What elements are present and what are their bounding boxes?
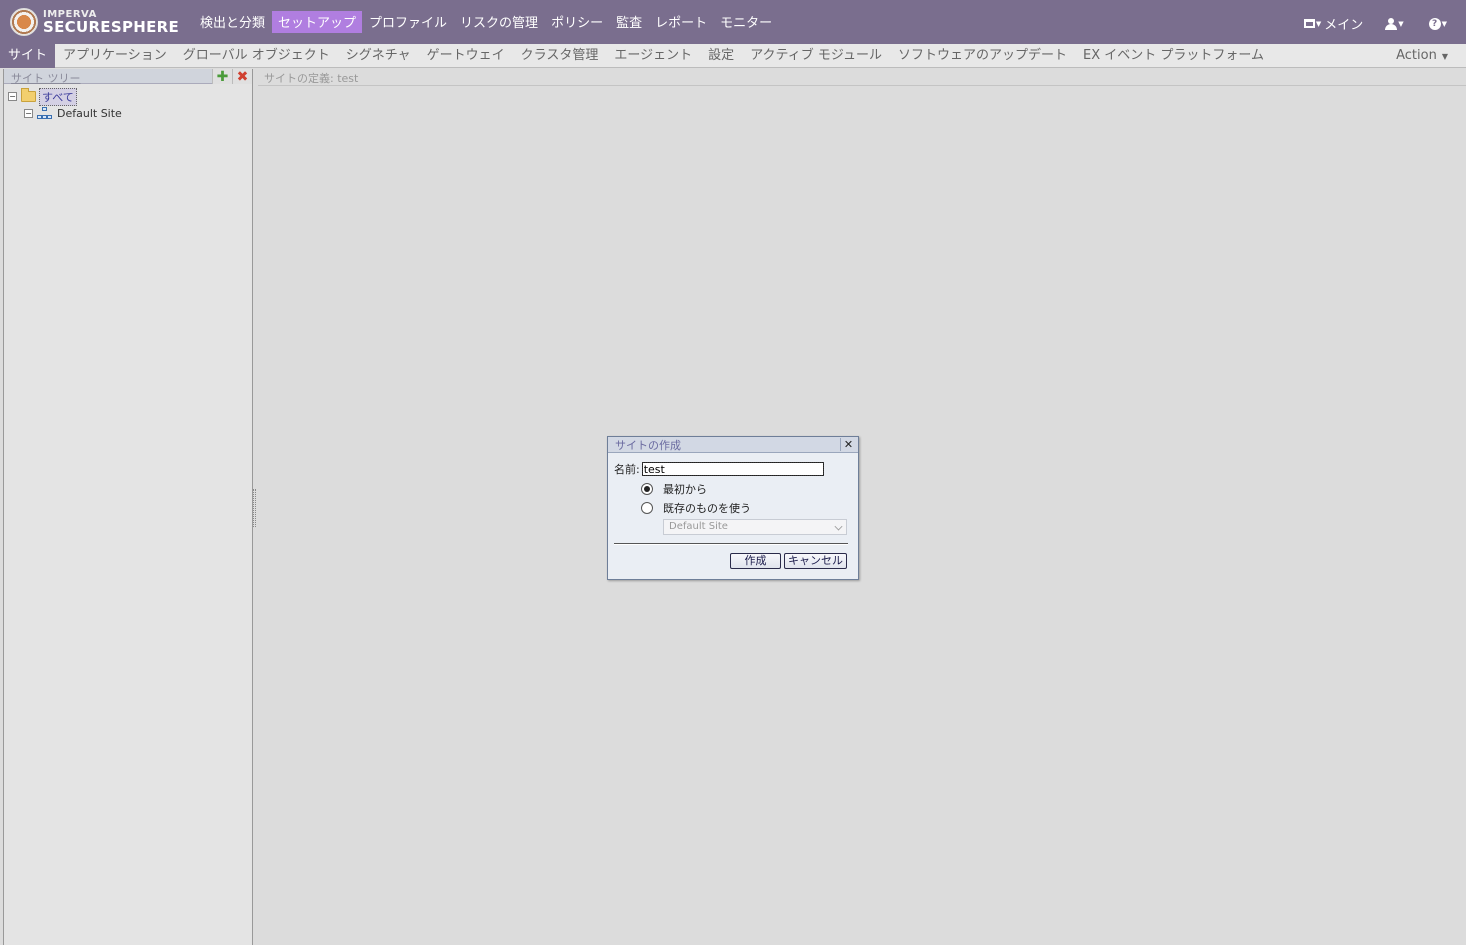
logo-icon: [10, 8, 38, 36]
tree-node-default-site[interactable]: − Default Site: [8, 105, 122, 122]
tab-settings[interactable]: 設定: [700, 44, 742, 68]
help-icon: ?: [1428, 17, 1441, 30]
tab-ex-event-platform[interactable]: EX イベント プラットフォーム: [1075, 44, 1272, 68]
site-name-input[interactable]: [641, 462, 824, 476]
site-tree-title: サイト ツリー: [11, 72, 81, 85]
tree-node-all[interactable]: − すべて: [8, 87, 122, 106]
add-site-button[interactable]: ✚: [212, 69, 232, 84]
name-row: 名前:: [614, 461, 824, 477]
radio-use-existing[interactable]: [641, 502, 653, 514]
caret-down-icon: ▼: [1441, 52, 1448, 61]
close-icon: ✕: [843, 438, 854, 451]
caret-down-icon: ▼: [1315, 19, 1322, 28]
chevron-down-icon: [834, 522, 843, 531]
collapse-icon[interactable]: −: [8, 92, 17, 101]
tab-software-updates[interactable]: ソフトウェアのアップデート: [890, 44, 1075, 68]
dialog-divider: [614, 543, 848, 545]
nav-reports[interactable]: レポート: [649, 11, 713, 33]
existing-site-select[interactable]: Default Site: [663, 519, 847, 535]
sub-nav: サイト アプリケーション グローバル オブジェクト シグネチャ ゲートウェイ ク…: [0, 44, 1466, 68]
user-menu[interactable]: ▼: [1385, 17, 1406, 30]
tab-agents[interactable]: エージェント: [606, 44, 700, 68]
tab-gateways[interactable]: ゲートウェイ: [419, 44, 513, 68]
nav-audit[interactable]: 監査: [610, 11, 648, 33]
help-menu[interactable]: ? ▼: [1428, 17, 1450, 30]
logo-product: SECURESPHERE: [43, 17, 180, 36]
close-dialog-button[interactable]: ✕: [840, 438, 856, 451]
delete-x-icon: ✖: [236, 68, 249, 85]
option-use-existing[interactable]: 既存のものを使う: [641, 500, 751, 516]
pane-splitter-handle[interactable]: [253, 489, 256, 527]
create-button[interactable]: 作成: [730, 553, 781, 569]
imperva-logo: IMPERVA SECURESPHERE: [10, 6, 179, 38]
folder-open-icon: [21, 88, 36, 102]
tab-sites[interactable]: サイト: [0, 44, 56, 68]
dialog-titlebar[interactable]: サイトの作成 ✕: [608, 437, 858, 453]
caret-down-icon: ▼: [1398, 19, 1404, 28]
option-from-scratch-label: 最初から: [663, 483, 707, 496]
cancel-button[interactable]: キャンセル: [784, 553, 847, 569]
nav-monitor[interactable]: モニター: [714, 11, 778, 33]
top-header: IMPERVA SECURESPHERE 検出と分類 セットアップ プロファイル…: [0, 0, 1466, 44]
nav-risk-management[interactable]: リスクの管理: [454, 11, 544, 33]
option-use-existing-label: 既存のものを使う: [663, 502, 751, 515]
nav-policies[interactable]: ポリシー: [545, 11, 609, 33]
action-menu[interactable]: Action ▼: [1396, 48, 1448, 63]
tab-applications[interactable]: アプリケーション: [55, 44, 175, 68]
site-tree-pane: サイト ツリー ✚ ✖ − すべて − Default Site: [3, 69, 253, 945]
dialog-title: サイトの作成: [615, 439, 681, 452]
window-menu[interactable]: ▼ メイン: [1303, 14, 1364, 33]
window-icon: [1303, 19, 1315, 28]
create-site-dialog: サイトの作成 ✕ 名前: 最初から 既存のものを使う Default Site …: [607, 436, 859, 580]
nav-profile[interactable]: プロファイル: [363, 11, 453, 33]
plus-icon: ✚: [216, 68, 229, 85]
main-window-label: メイン: [1324, 18, 1364, 33]
main-nav: 検出と分類 セットアップ プロファイル リスクの管理 ポリシー 監査 レポート …: [194, 11, 779, 33]
content-header: サイトの定義: test: [258, 69, 1466, 86]
tree-node-label: Default Site: [57, 107, 122, 120]
delete-site-button[interactable]: ✖: [232, 69, 252, 84]
site-definition-title: サイトの定義: test: [264, 72, 359, 85]
collapse-icon[interactable]: −: [24, 109, 33, 118]
tab-cluster-management[interactable]: クラスタ管理: [513, 44, 607, 68]
tab-signatures[interactable]: シグネチャ: [338, 44, 419, 68]
nav-discovery[interactable]: 検出と分類: [194, 11, 271, 33]
site-hierarchy-icon: [37, 106, 53, 121]
site-tree: − すべて − Default Site: [8, 87, 122, 122]
user-icon: [1385, 17, 1398, 30]
action-menu-label: Action: [1396, 48, 1437, 63]
tab-active-modules[interactable]: アクティブ モジュール: [742, 44, 890, 68]
name-label: 名前:: [614, 463, 640, 476]
radio-from-scratch[interactable]: [641, 483, 653, 495]
site-tree-header: サイト ツリー ✚ ✖: [4, 69, 252, 85]
caret-down-icon: ▼: [1441, 19, 1447, 28]
option-from-scratch[interactable]: 最初から: [641, 481, 707, 497]
existing-site-value: Default Site: [669, 521, 728, 532]
tree-node-label: すべて: [39, 87, 77, 106]
header-right-tools: ▼ メイン ▼ ? ▼: [1282, 14, 1450, 33]
tab-global-objects[interactable]: グローバル オブジェクト: [175, 44, 338, 68]
nav-setup[interactable]: セットアップ: [272, 11, 363, 33]
